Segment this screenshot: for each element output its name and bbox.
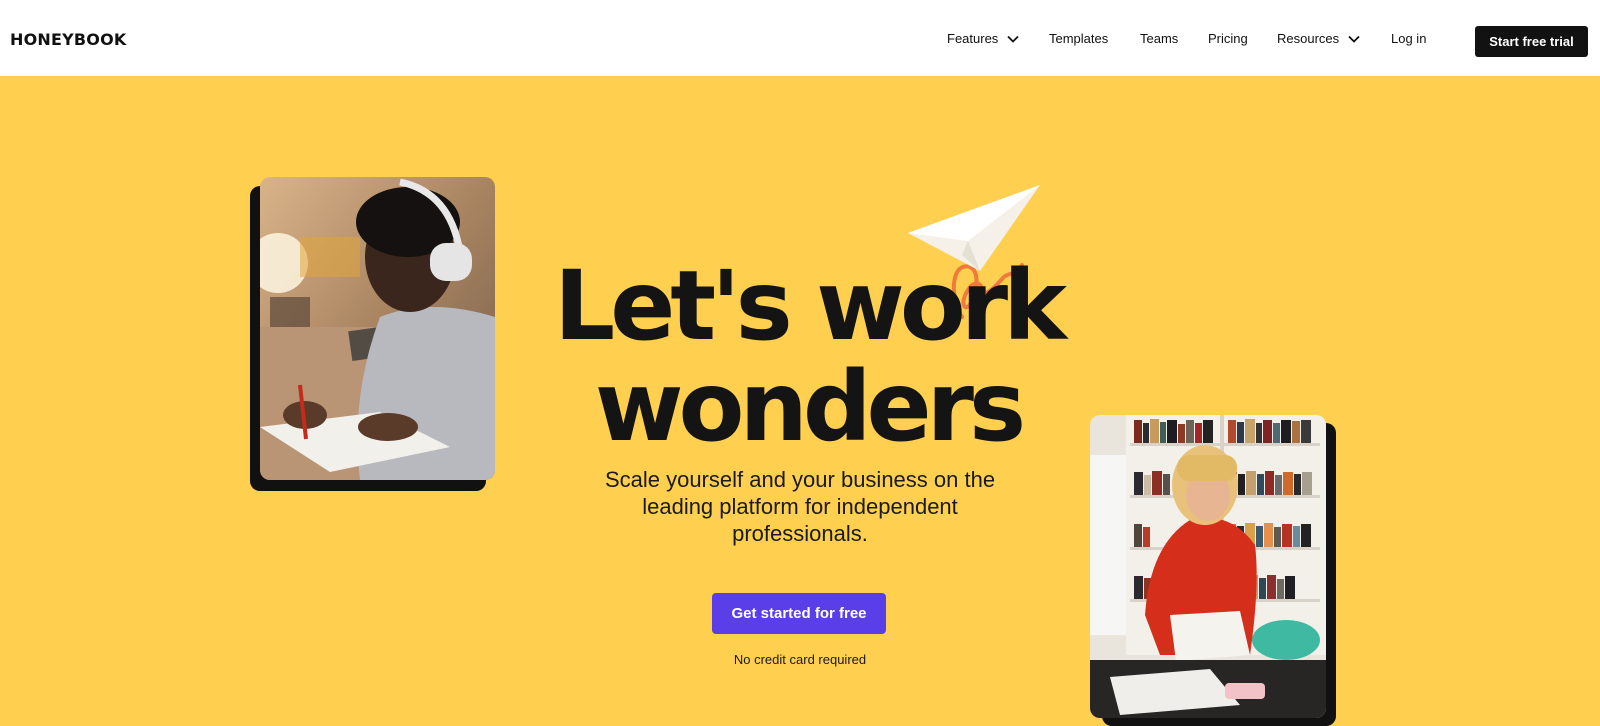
site-header: HONEYBOOK Features Templates Teams Prici… [0, 0, 1600, 76]
woman-at-bookshelf-image [1090, 415, 1326, 718]
hero-headline: Let's work wonders [548, 256, 1068, 458]
headline-line-1: Let's work [554, 250, 1067, 362]
nav-item-label: Features [947, 31, 999, 46]
nav-item-label: Teams [1140, 31, 1179, 46]
nav-item-teams[interactable]: Teams [1140, 31, 1178, 46]
hero-section: Let's work wonders Scale yourself and yo… [0, 76, 1600, 726]
chevron-down-icon [1007, 35, 1019, 43]
headline-line-2: wonders [594, 351, 1026, 463]
no-credit-card-note: No credit card required [733, 652, 867, 667]
hero-subtitle: Scale yourself and your business on the … [604, 467, 996, 546]
nav-item-label: Templates [1049, 31, 1109, 46]
start-free-trial-button[interactable]: Start free trial [1475, 26, 1588, 57]
nav-item-resources[interactable]: Resources [1277, 31, 1360, 46]
get-started-button[interactable]: Get started for free [712, 593, 886, 634]
chevron-down-icon [1348, 35, 1360, 43]
nav-item-label: Resources [1277, 31, 1340, 46]
nav-item-features[interactable]: Features [947, 31, 1019, 46]
main-nav: Features Templates Teams Pricing Resourc… [0, 0, 1600, 76]
nav-item-label: Pricing [1208, 31, 1248, 46]
nav-item-login[interactable]: Log in [1391, 31, 1426, 46]
nav-item-templates[interactable]: Templates [1049, 31, 1108, 46]
nav-item-label: Log in [1391, 31, 1427, 46]
man-with-headphones-image [260, 177, 495, 480]
nav-item-pricing[interactable]: Pricing [1208, 31, 1248, 46]
